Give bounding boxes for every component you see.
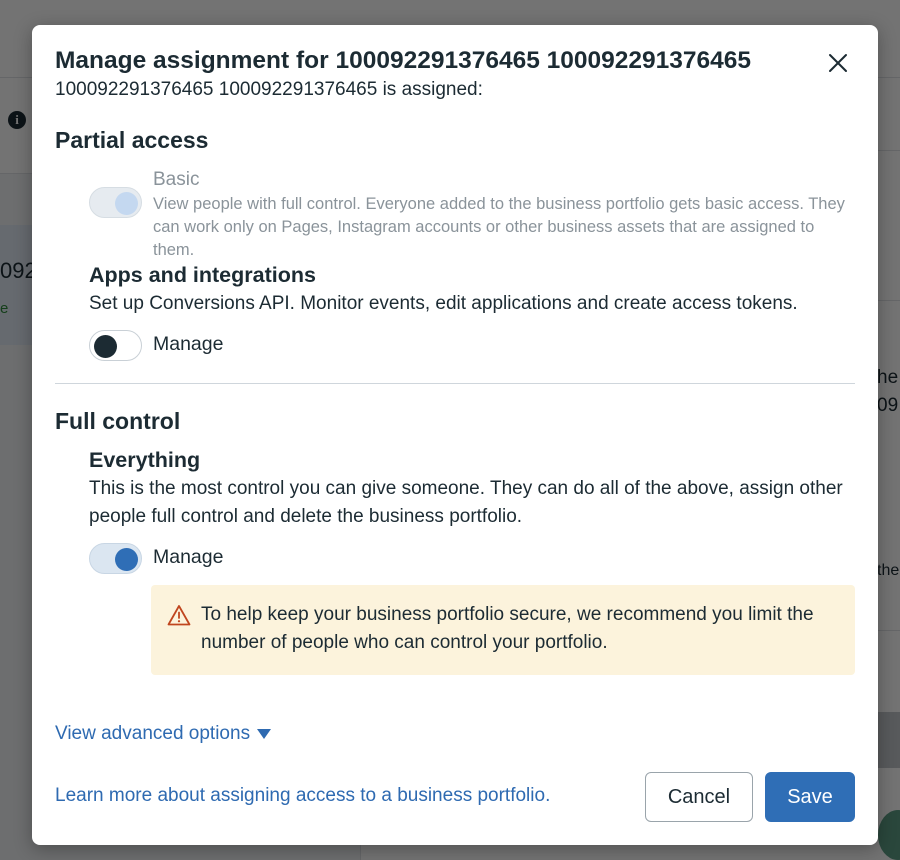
toggle-knob [115, 548, 138, 571]
full-control-heading: Full control [55, 408, 181, 434]
close-button[interactable] [824, 49, 852, 77]
cancel-button[interactable]: Cancel [645, 772, 753, 822]
toggle-knob [94, 335, 117, 358]
caret-down-icon[interactable] [256, 728, 272, 740]
apps-integrations-manage-label: Manage [153, 333, 224, 355]
everything-title: Everything [89, 448, 201, 472]
basic-access-description: View people with full control. Everyone … [153, 195, 845, 259]
basic-access-label: Basic [153, 169, 200, 190]
partial-access-heading: Partial access [55, 127, 209, 153]
everything-description: This is the most control you can give so… [89, 478, 843, 527]
dialog-title: Manage assignment for 100092291376465 10… [55, 47, 752, 74]
warning-triangle-icon [167, 605, 191, 626]
apps-integrations-description: Set up Conversions API. Monitor events, … [89, 293, 798, 314]
basic-access-toggle[interactable] [89, 187, 142, 218]
manage-assignment-dialog: Manage assignment for 100092291376465 10… [32, 25, 878, 845]
toggle-knob [115, 192, 138, 215]
section-divider [55, 383, 855, 384]
learn-more-link[interactable]: Learn more about assigning access to a b… [55, 785, 550, 807]
apps-integrations-toggle[interactable] [89, 330, 142, 361]
save-button[interactable]: Save [765, 772, 855, 822]
dialog-subtitle: 100092291376465 100092291376465 is assig… [55, 79, 483, 100]
warning-text: To help keep your business portfolio sec… [201, 604, 814, 653]
everything-toggle[interactable] [89, 543, 142, 574]
apps-integrations-title: Apps and integrations [89, 263, 316, 287]
view-advanced-options-link[interactable]: View advanced options [55, 723, 250, 745]
security-warning-banner: To help keep your business portfolio sec… [151, 585, 855, 675]
close-icon [829, 54, 847, 72]
everything-manage-label: Manage [153, 546, 224, 568]
